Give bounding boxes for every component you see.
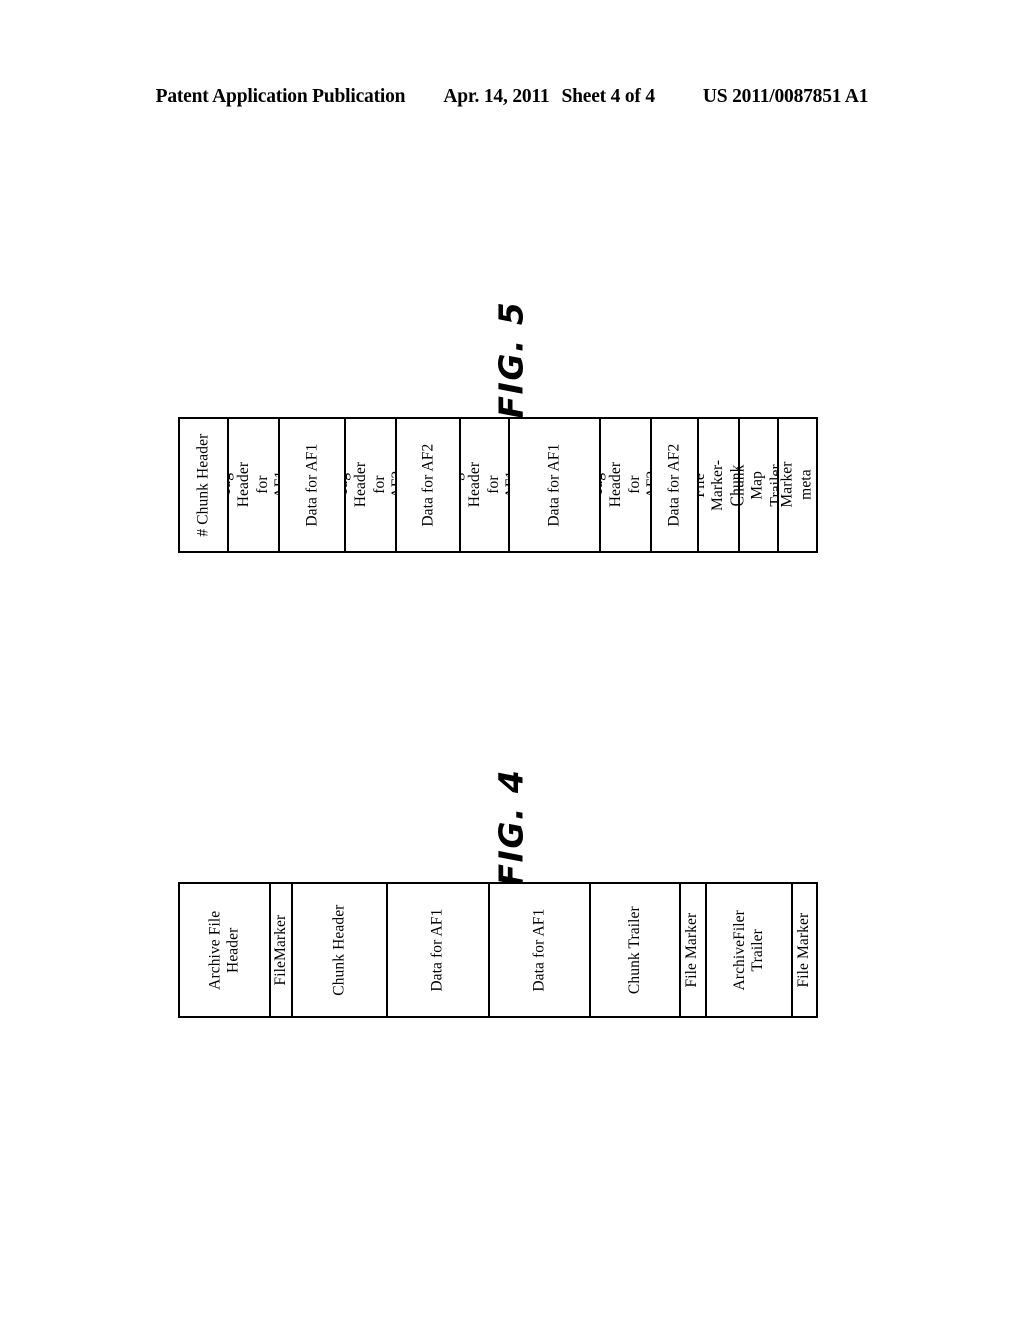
fig4-block-label: Archive File Header [206,910,242,990]
fig4-block-archive-file-header: Archive File Header [180,884,272,1016]
header-publication-date: Apr. 14, 2011 [443,86,550,107]
fig5-block-label: Tag Header for AF2 [346,462,398,508]
fig5-block-file-marker-meta-data: File Marker meta data [779,419,816,551]
fig5-block-file-marker-chunk: File Marker-Chunk [699,419,740,551]
fig4-block-data-af1-a: Data for AF1 [388,884,491,1016]
fig4-block-label: ArchiveFiler Trailer [730,909,766,991]
fig4-block-chunk-header: Chunk Header [293,884,388,1016]
fig4-block-label: Chunk Header [330,904,348,996]
fig5-block-label: # Chunk Header [194,433,212,537]
fig4-block-filemarker: FileMarker [271,884,294,1016]
fig5-block-label: Data for AF1 [302,443,320,527]
fig4-block-label: Data for AF1 [428,908,446,992]
fig5-block-data-af1-b: Data for AF1 [510,419,601,551]
fig4-block-data-af1-b: Data for AF1 [490,884,592,1016]
fig4-block-label: Data for AF1 [530,908,548,992]
header-publication-label: Patent Application Publication [155,86,406,107]
fig5-block-data-af2-b: Data for AF2 [652,419,699,551]
fig4-block-chunk-trailer: Chunk Trailer [591,884,681,1016]
fig4-block-label: FileMarker [272,914,290,986]
fig5-block-tag-header-af2-a: Tag Header for AF2 [346,419,398,551]
fig5-block-label: File Marker-Chunk [698,459,740,511]
fig4-block-label: Chunk Trailer [626,906,644,994]
fig5-block-label: Data for AF1 [545,443,563,527]
header-sheet-number: Sheet 4 of 4 [561,86,655,107]
fig5-block-label: Tag Header for AF1 [460,462,510,508]
fig5-block-chunk-map-trailer: Chunk Map Trailer [740,419,779,551]
fig5-block-label: Data for AF2 [664,443,682,527]
fig5-block-tag-header-af2-b: Tag Header for AF2 [601,419,652,551]
fig5-block-label: File Marker meta data [779,461,816,509]
fig5-block-tag-header-af1-a: Tag Header for AF1 [229,419,280,551]
fig5-block-label: Chunk Map Trailer [739,463,779,507]
figure-4-block-diagram: Archive File Header FileMarker Chunk Hea… [178,882,818,1018]
fig4-block-label: File Marker [683,912,701,988]
fig4-block-archivefiler-trailer: ArchiveFiler Trailer [707,884,794,1016]
page-running-head: Patent Application Publication Apr. 14, … [0,86,1024,108]
fig5-block-tag-header-af1-b: Tag Header for AF1 [461,419,510,551]
fig4-block-file-marker-b: File Marker [793,884,816,1016]
fig4-block-file-marker-a: File Marker [681,884,707,1016]
fig5-block-label: Tag Header for AF1 [228,462,280,508]
fig5-block-label: Data for AF2 [418,443,436,527]
fig5-block-data-af1-a: Data for AF1 [280,419,347,551]
header-publication-number: US 2011/0087851 A1 [702,86,869,107]
fig4-block-label: File Marker [795,912,813,988]
figure-4-caption: FIG. 4 [491,768,531,887]
figure-5-caption: FIG. 5 [491,300,531,419]
fig5-block-chunk-header: # Chunk Header [180,419,229,551]
fig5-block-data-af2-a: Data for AF2 [397,419,461,551]
figure-5-block-diagram: # Chunk Header Tag Header for AF1 Data f… [178,417,818,553]
fig5-block-label: Tag Header for AF2 [600,462,652,508]
